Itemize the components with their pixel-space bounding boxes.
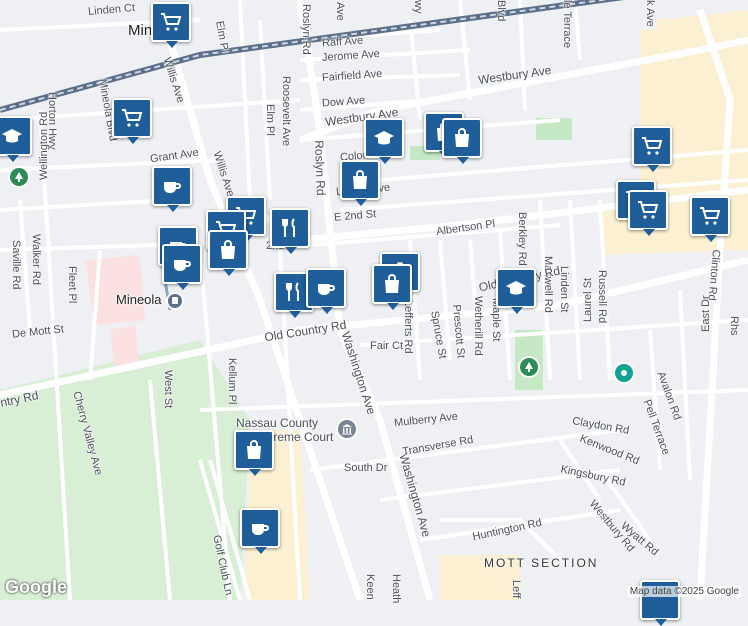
shopping-bag-icon bbox=[455, 128, 469, 147]
street-label: Rhs bbox=[728, 316, 740, 336]
marker-cafe[interactable] bbox=[306, 268, 346, 314]
coffee-cup-icon bbox=[318, 284, 335, 295]
street-label: wy bbox=[412, 0, 424, 14]
street-label: Elm Pl bbox=[264, 104, 276, 136]
shopping-cart-icon bbox=[700, 207, 721, 225]
marker-restaurant[interactable] bbox=[270, 208, 310, 254]
marker-shopping-bag[interactable] bbox=[208, 230, 248, 276]
google-logo: Google bbox=[5, 577, 67, 597]
street-label: Ave bbox=[334, 2, 346, 21]
marker-cafe[interactable] bbox=[152, 166, 192, 212]
street-label: Laurel St bbox=[582, 277, 594, 322]
street-label: West St bbox=[162, 370, 174, 409]
street-label: le Terrace bbox=[561, 0, 573, 49]
marker-shopping-cart[interactable] bbox=[628, 190, 668, 236]
street-label: Saville Rd bbox=[10, 240, 22, 290]
columns-icon bbox=[342, 424, 352, 435]
shopping-bag-icon bbox=[221, 240, 235, 259]
graduation-cap-icon bbox=[506, 281, 526, 295]
tree-icon bbox=[525, 362, 533, 372]
place-label-mineola-station: Mineola bbox=[116, 292, 162, 307]
fork-knife-icon bbox=[282, 218, 295, 237]
marker-shopping-bag[interactable] bbox=[234, 430, 274, 476]
marker-shopping-bag[interactable] bbox=[372, 264, 412, 310]
coffee-cup-icon bbox=[174, 260, 191, 271]
street-label: Blvd bbox=[495, 0, 507, 22]
circle-icon bbox=[621, 370, 627, 376]
train-icon bbox=[172, 297, 178, 304]
street-label: k Ave bbox=[644, 0, 656, 27]
street-label: South Dr bbox=[344, 462, 388, 474]
courthouse-icon[interactable] bbox=[338, 420, 356, 438]
fork-knife-icon bbox=[286, 282, 299, 301]
park-tree-icon-maple[interactable] bbox=[520, 358, 538, 376]
train-station-icon[interactable] bbox=[168, 294, 182, 308]
marker-shopping-cart[interactable] bbox=[690, 196, 730, 242]
marker-education[interactable] bbox=[364, 118, 404, 164]
map-attribution: Map data ©2025 Google bbox=[626, 586, 742, 597]
coffee-cup-icon bbox=[252, 524, 269, 535]
street-label: Fair Ct bbox=[370, 340, 403, 352]
street-label: East Dr bbox=[700, 295, 712, 332]
park-tree-icon[interactable] bbox=[10, 168, 28, 186]
street-label: Walker Rd bbox=[30, 234, 42, 285]
shopping-cart-icon bbox=[161, 13, 182, 31]
street-label: Keen bbox=[364, 574, 376, 600]
street-label: Russell Rd bbox=[596, 270, 608, 324]
place-label-court: Nassau County bbox=[236, 416, 319, 430]
street-label: Heath bbox=[390, 574, 402, 604]
street-label: Leff bbox=[510, 580, 522, 599]
marker-shopping-cart[interactable] bbox=[112, 98, 152, 144]
street-label: Berkley Rd bbox=[516, 212, 528, 266]
shopping-cart-icon bbox=[642, 137, 663, 155]
shopping-bag-icon bbox=[247, 440, 261, 459]
street-label: Roosevelt Ave bbox=[280, 76, 292, 147]
shopping-cart-icon bbox=[638, 201, 659, 219]
marker-cafe[interactable] bbox=[240, 508, 280, 554]
graduation-cap-icon bbox=[374, 131, 394, 145]
graduation-cap-icon bbox=[2, 129, 22, 143]
shopping-bag-icon bbox=[385, 274, 399, 293]
street-label: Wetherill Rd bbox=[472, 296, 484, 356]
marker-shopping-bag[interactable] bbox=[442, 118, 482, 164]
street-label: Roslyn Rd bbox=[312, 140, 328, 196]
marker-shopping-cart[interactable] bbox=[151, 2, 191, 48]
street-label: Wellington Rd bbox=[38, 111, 50, 180]
street-label: Roslyn Rd bbox=[300, 4, 312, 55]
marker-education[interactable] bbox=[496, 268, 536, 314]
marker-shopping-cart[interactable] bbox=[632, 126, 672, 172]
tree-icon bbox=[15, 172, 23, 182]
marker-shopping-bag[interactable] bbox=[340, 160, 380, 206]
marker-education[interactable] bbox=[0, 116, 32, 162]
coffee-cup-icon bbox=[164, 182, 181, 193]
place-icon-russell[interactable] bbox=[615, 364, 633, 382]
shopping-bag-icon bbox=[353, 170, 367, 189]
marker-cafe[interactable] bbox=[162, 244, 202, 290]
street-label: Lefferts Rd bbox=[402, 300, 414, 354]
street-label: Fleet Pl bbox=[66, 266, 78, 304]
shopping-cart-icon bbox=[122, 109, 143, 127]
street-label: Kellum Pl bbox=[226, 358, 238, 405]
place-label-mott-section: MOTT SECTION bbox=[484, 556, 599, 570]
